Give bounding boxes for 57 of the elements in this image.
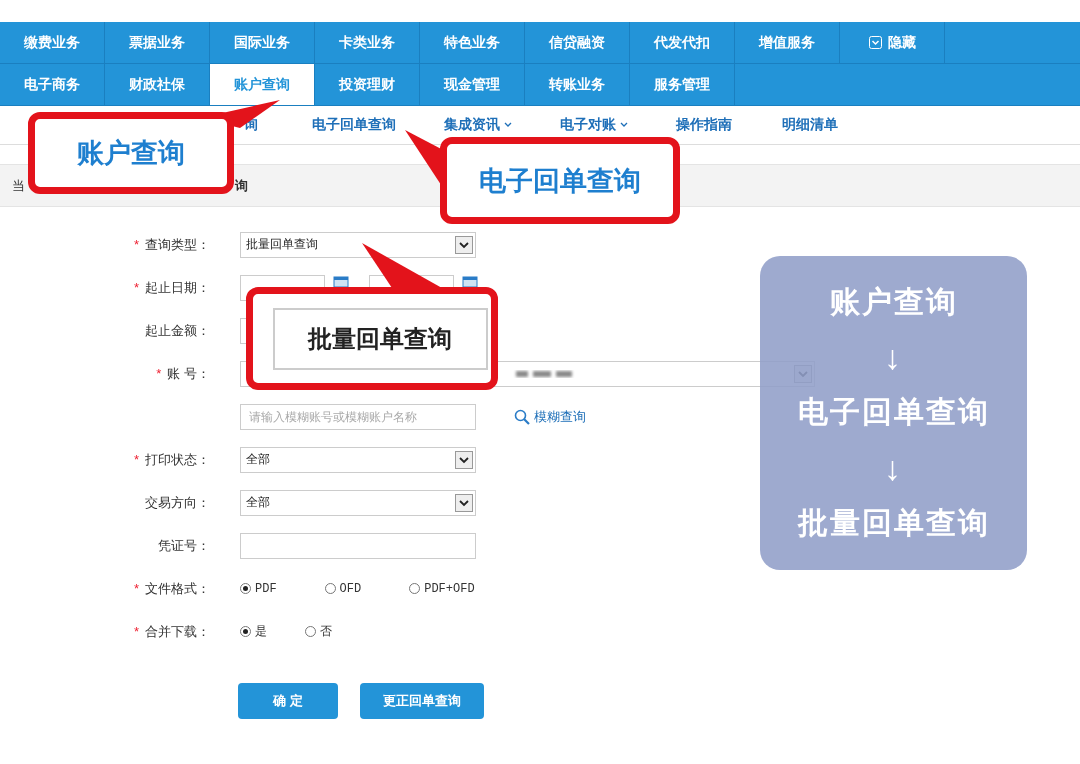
flow-step: 电子回单查询 [797, 392, 990, 434]
breadcrumb-text: 询 [235, 176, 248, 195]
flow-step: 批量回单查询 [797, 503, 990, 545]
confirm-button[interactable]: 确 定 [238, 683, 338, 719]
select-field[interactable]: 全部 [240, 446, 476, 473]
flow-arrow: ↓ [884, 338, 903, 378]
radio-option[interactable]: 否 [305, 623, 332, 640]
required-marker: * [133, 623, 139, 639]
nav-tab[interactable]: 票据业务 [105, 22, 210, 63]
field-label: 查询类型： [145, 236, 210, 252]
nav-tab[interactable]: 信贷融资 [525, 22, 630, 63]
sub-menu-item[interactable]: 电子回单查询 [312, 116, 396, 134]
callout-text: 批量回单查询 [308, 323, 452, 354]
sub-menu-item[interactable]: 明细清单 [782, 116, 838, 134]
radio-option[interactable]: 是 [240, 623, 267, 640]
breadcrumb-text: 当 [12, 176, 25, 195]
nav-tab[interactable]: 投资理财 [315, 64, 420, 105]
nav-tab[interactable]: 账户查询 [210, 64, 315, 105]
fuzzy-search-link[interactable]: 模糊查询 [514, 407, 586, 426]
required-marker: * [133, 236, 139, 252]
radio-option[interactable]: PDF+OFD [409, 581, 475, 596]
required-marker: * [133, 451, 139, 467]
flow-step: 账户查询 [829, 281, 958, 323]
nav-tab[interactable]: 转账业务 [525, 64, 630, 105]
flow-arrow: ↓ [884, 448, 903, 488]
field-label: 起止日期： [145, 279, 210, 295]
nav-tab[interactable]: 电子商务 [0, 64, 105, 105]
field-label: 起止金额： [145, 322, 210, 338]
field-label: 账 号： [167, 365, 210, 381]
nav-tab[interactable]: 国际业务 [210, 22, 315, 63]
nav-tab[interactable]: 增值服务 [735, 22, 840, 63]
callout-text: 电子回单查询 [479, 164, 641, 198]
sub-menu-item[interactable]: 电子对账 [560, 116, 628, 134]
field-label: 交易方向： [145, 494, 210, 510]
field-label: 合并下载： [145, 623, 210, 639]
nav-tab[interactable]: 现金管理 [420, 64, 525, 105]
field-label: 文件格式： [145, 580, 210, 596]
select-field[interactable]: 批量回单查询 [240, 231, 476, 258]
required-marker: * [133, 580, 139, 596]
nav-tab[interactable]: 特色业务 [420, 22, 525, 63]
nav-tab[interactable]: 缴费业务 [0, 22, 105, 63]
select-field[interactable]: 全部 [240, 489, 476, 516]
search-field[interactable]: 请输入模糊账号或模糊账户名称 [240, 403, 476, 430]
field-label: 打印状态： [145, 451, 210, 467]
callout-text: 账户查询 [77, 137, 185, 170]
nav-tab[interactable]: 代发代扣 [630, 22, 735, 63]
field-label: 凭证号： [158, 537, 210, 553]
correction-query-button[interactable]: 更正回单查询 [360, 683, 484, 719]
radio-option[interactable]: PDF [240, 581, 277, 596]
radio-option[interactable]: OFD [324, 581, 362, 596]
required-marker: * [133, 279, 139, 295]
nav-tab[interactable]: 服务管理 [630, 64, 735, 105]
required-marker: * [156, 365, 162, 381]
sub-menu-item[interactable]: 操作指南 [676, 116, 732, 134]
nav-tab[interactable]: 卡类业务 [315, 22, 420, 63]
sub-menu-item[interactable]: 集成资讯 [444, 116, 512, 134]
hide-toggle[interactable]: 隐藏 [840, 22, 945, 63]
